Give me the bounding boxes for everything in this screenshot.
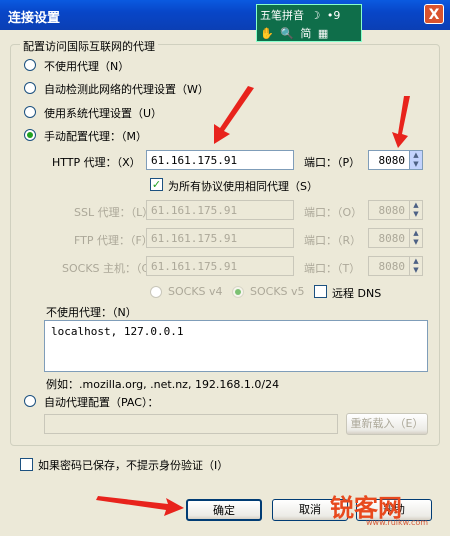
ftp-proxy-input[interactable]: 61.161.175.91 <box>146 228 294 248</box>
annotation-arrow-ok <box>96 496 184 516</box>
auto-detect-label[interactable]: 自动检测此网络的代理设置（W） <box>44 81 209 97</box>
pac-url-input[interactable] <box>44 414 338 434</box>
ftp-proxy-label: FTP 代理：（F） <box>74 234 153 247</box>
socks-port-input[interactable]: 8080 <box>368 256 410 276</box>
punctuation-icon[interactable]: •9 <box>327 9 341 22</box>
no-proxy-label[interactable]: 不使用代理（N） <box>44 58 129 74</box>
watermark: 锐客网 www.ruikw.com <box>330 470 446 532</box>
socks-port-label: 端口：（T） <box>304 262 361 275</box>
system-proxy-label[interactable]: 使用系统代理设置（U） <box>44 105 162 121</box>
manual-proxy-radio[interactable] <box>24 129 36 141</box>
no-proxy-for-label: 不使用代理：（N） <box>46 306 137 319</box>
ssl-proxy-label: SSL 代理：（L） <box>74 206 154 219</box>
ime-toolbar[interactable]: 五笔拼音 ☽ •9 ✋ 🔍 简 ▦ <box>256 4 362 42</box>
ssl-port-label: 端口：（O） <box>304 206 363 219</box>
ssl-port-input[interactable]: 8080 <box>368 200 410 220</box>
ftp-port-spinner[interactable]: ▲ ▼ <box>409 228 423 248</box>
socks-v5-label[interactable]: SOCKS v5 <box>250 285 305 298</box>
no-proxy-example: 例如：.mozilla.org, .net.nz, 192.168.1.0/24 <box>46 378 280 391</box>
no-auth-prompt-checkbox[interactable] <box>20 458 33 471</box>
no-auth-prompt-label[interactable]: 如果密码已保存，不提示身份验证（I） <box>38 457 228 473</box>
http-port-label: 端口：（P） <box>304 156 361 169</box>
group-title: 配置访问国际互联网的代理 <box>20 38 158 54</box>
no-proxy-for-textarea[interactable]: localhost, 127.0.0.1 <box>44 320 428 372</box>
keyboard-icon[interactable]: ▦ <box>318 27 328 40</box>
ssl-port-spinner[interactable]: ▲ ▼ <box>409 200 423 220</box>
reload-button[interactable]: 重新载入（E） <box>346 413 428 435</box>
simplified-toggle[interactable]: 简 <box>300 27 311 40</box>
close-button[interactable]: X <box>424 4 444 24</box>
remote-dns-label[interactable]: 远程 DNS <box>332 285 381 301</box>
no-proxy-radio[interactable] <box>24 59 36 71</box>
system-proxy-radio[interactable] <box>24 106 36 118</box>
search-icon[interactable]: 🔍 <box>280 27 294 40</box>
same-proxy-label[interactable]: 为所有协议使用相同代理（S） <box>168 178 318 194</box>
hand-icon[interactable]: ✋ <box>260 27 274 40</box>
socks-v5-radio[interactable] <box>232 286 244 298</box>
remote-dns-checkbox[interactable] <box>314 285 327 298</box>
socks-v4-label[interactable]: SOCKS v4 <box>168 285 223 298</box>
http-proxy-label: HTTP 代理：（X） <box>52 156 141 169</box>
annotation-arrow-port <box>392 96 410 148</box>
auto-detect-radio[interactable] <box>24 82 36 94</box>
socks-v4-radio[interactable] <box>150 286 162 298</box>
moon-icon[interactable]: ☽ <box>311 9 321 22</box>
title-bar <box>0 0 450 30</box>
ssl-proxy-input[interactable]: 61.161.175.91 <box>146 200 294 220</box>
pac-radio[interactable] <box>24 395 36 407</box>
http-port-spinner[interactable]: ▲ ▼ <box>409 150 423 170</box>
window-title: 连接设置 <box>8 11 61 26</box>
pac-label[interactable]: 自动代理配置（PAC）： <box>44 394 158 410</box>
ftp-port-label: 端口：（R） <box>304 234 362 247</box>
same-proxy-checkbox[interactable]: ✓ <box>150 178 163 191</box>
socks-port-spinner[interactable]: ▲ ▼ <box>409 256 423 276</box>
ftp-port-input[interactable]: 8080 <box>368 228 410 248</box>
ime-mode-label[interactable]: 五笔拼音 <box>260 9 304 22</box>
watermark-url: www.ruikw.com <box>366 518 429 527</box>
ok-button[interactable]: 确定 <box>186 499 262 521</box>
manual-proxy-label[interactable]: 手动配置代理：（M） <box>44 128 147 144</box>
socks-host-input[interactable]: 61.161.175.91 <box>146 256 294 276</box>
http-proxy-input[interactable]: 61.161.175.91 <box>146 150 294 170</box>
http-port-input[interactable]: 8080 <box>368 150 410 170</box>
annotation-arrow-http <box>214 86 254 144</box>
